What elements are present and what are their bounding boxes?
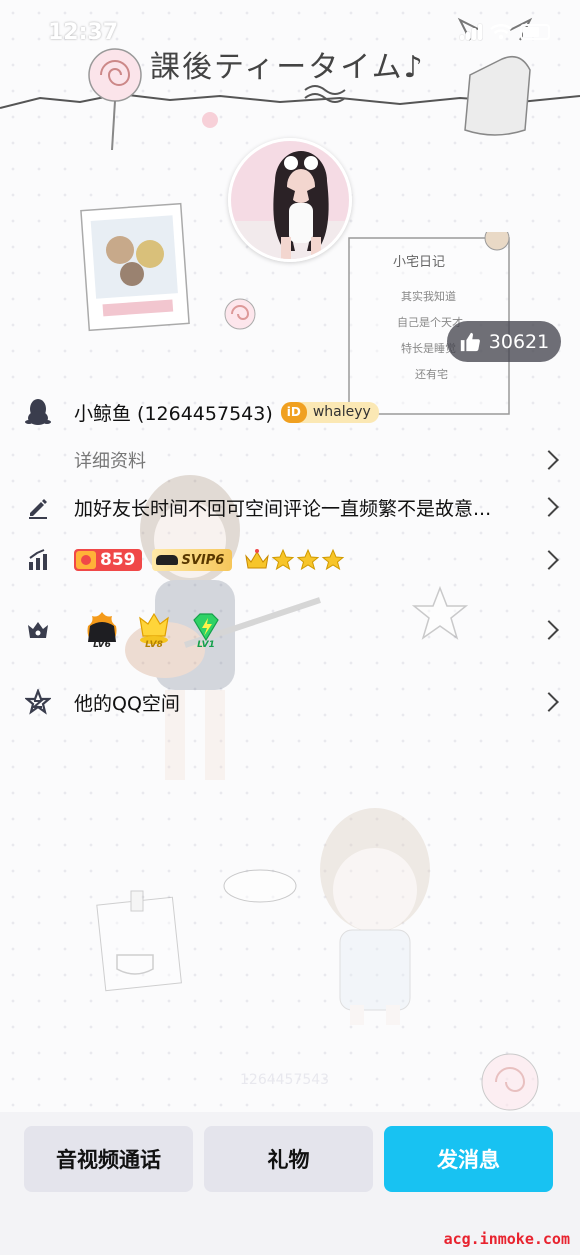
call-button[interactable]: 音视频通话 <box>24 1126 193 1192</box>
qq-id-badge[interactable]: iD whaleyy <box>280 401 379 423</box>
detail-row[interactable]: 详细资料 <box>0 444 580 476</box>
svg-text:小宅日记: 小宅日记 <box>393 255 445 270</box>
faint-qq-number: 1264457543 <box>240 1072 330 1088</box>
signal-icon <box>460 24 482 40</box>
signature-row[interactable]: 加好友长时间不回可空间评论一直频繁不是故意... <box>0 490 580 524</box>
avatar[interactable] <box>228 138 352 262</box>
level-number: 859 <box>100 550 136 570</box>
signature-content: 加好友长时间不回可空间评论一直频繁不是故意... <box>74 494 530 521</box>
qzone-star-icon <box>24 688 52 716</box>
gem-level-3: LV1 <box>197 640 215 650</box>
qzone-label: 他的QQ空间 <box>74 692 180 715</box>
gem-level-1: LV6 <box>93 640 111 650</box>
svip-hat-icon <box>155 555 178 565</box>
thumbs-up-icon <box>460 332 480 351</box>
like-count: 30621 <box>488 330 550 353</box>
wifi-icon <box>490 24 512 40</box>
status-icons <box>460 24 550 40</box>
nickname-content: 小鲸鱼 (1264457543) iD whaleyy <box>74 399 530 426</box>
gem-badge-black: LV6 <box>82 610 122 650</box>
chevron-right-icon <box>539 497 559 517</box>
like-button[interactable]: 30621 <box>447 321 561 362</box>
swirl-candy-doodle <box>222 296 258 336</box>
chevron-right-icon <box>539 450 559 470</box>
chibi-girl-doodle <box>300 800 450 1034</box>
qq-level-badge: 859 <box>74 549 142 571</box>
watermark: acg.inmoke.com <box>443 1230 570 1248</box>
privilege-crown-icon <box>24 616 52 644</box>
nickname-text[interactable]: 小鲸鱼 (1264457543) <box>74 399 273 426</box>
star-icon <box>297 548 320 571</box>
gift-button[interactable]: 礼物 <box>204 1126 373 1192</box>
level-sun-icon <box>76 551 96 569</box>
qzone-row[interactable]: 他的QQ空间 <box>0 685 580 719</box>
detail-content: 详细资料 <box>74 447 530 473</box>
privilege-row[interactable]: LV6 LV8 LV1 <box>0 607 580 653</box>
qq-penguin-icon <box>24 398 52 426</box>
pencil-icon <box>24 493 52 521</box>
qzone-content: 他的QQ空间 <box>74 689 530 716</box>
level-chart-icon <box>24 546 52 574</box>
gem-badge-gold: LV8 <box>134 610 174 650</box>
svg-text:其实我知道: 其实我知道 <box>401 289 456 303</box>
svg-text:还有宅: 还有宅 <box>415 367 448 381</box>
svip-badge: SVIP6 <box>151 549 233 571</box>
nickname-row: 小鲸鱼 (1264457543) iD whaleyy <box>0 396 580 428</box>
polaroid-doodle <box>80 202 190 336</box>
level-row[interactable]: 859 SVIP6 <box>0 543 580 577</box>
swirl-candy-doodle-bottom <box>478 1050 542 1118</box>
battery-icon <box>520 24 550 40</box>
status-time: 12:37 <box>48 20 119 45</box>
signature-text: 加好友长时间不回可空间评论一直频繁不是故意... <box>74 497 492 520</box>
gem-badge-green: LV1 <box>186 610 226 650</box>
star-icon <box>272 548 295 571</box>
svip-label: SVIP6 <box>181 552 225 568</box>
chevron-right-icon <box>539 620 559 640</box>
crown-icon <box>245 549 270 569</box>
chevron-right-icon <box>539 692 559 712</box>
star-icon <box>322 548 345 571</box>
send-message-button[interactable]: 发消息 <box>384 1126 553 1192</box>
level-crown-stars <box>244 548 345 572</box>
id-mark: iD <box>280 401 307 423</box>
coffee-card-doodle <box>95 885 185 999</box>
level-content: 859 SVIP6 <box>74 548 530 572</box>
status-bar: 12:37 <box>0 0 580 70</box>
chevron-right-icon <box>539 550 559 570</box>
privilege-content: LV6 LV8 LV1 <box>82 610 530 650</box>
detail-label: 详细资料 <box>74 451 146 472</box>
gem-level-2: LV8 <box>145 640 163 650</box>
id-value: whaleyy <box>312 404 371 420</box>
speech-bubble-doodle <box>220 866 300 910</box>
